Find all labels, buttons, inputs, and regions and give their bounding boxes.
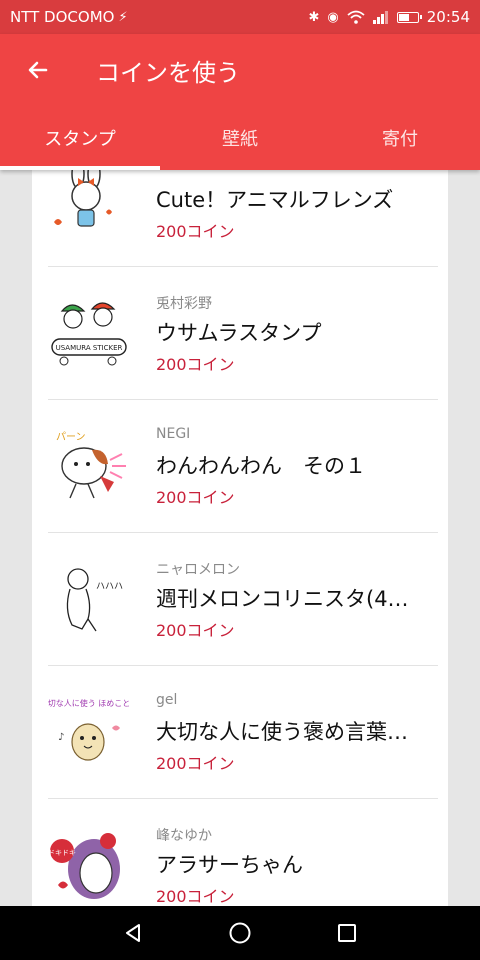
nav-back-button[interactable] <box>113 913 153 953</box>
skateboard-sticker-image: USAMURA STICKER <box>51 301 127 365</box>
system-nav-bar <box>0 906 480 960</box>
sticker-thumbnail: ハハハ <box>48 559 130 641</box>
status-time: 20:54 <box>426 8 470 26</box>
back-button[interactable] <box>0 34 76 106</box>
item-name: アラサーちゃん <box>156 852 303 877</box>
sticker-thumb-text: ドキドキ <box>48 849 76 857</box>
item-author <box>156 170 448 180</box>
item-price: 200コイン <box>156 753 235 773</box>
nav-recents-button[interactable] <box>327 913 367 953</box>
status-icons: ✱ ◉ 20:54 <box>309 8 470 26</box>
list-item[interactable]: ドキドキ 峰なゆか アラサーちゃん 200コイン <box>32 799 448 906</box>
usb-icon: ⚡ <box>118 9 128 25</box>
list-item[interactable]: USAMURA STICKER 兎村彩野 ウサムラスタンプ 200コイン <box>32 267 448 400</box>
sticker-thumb-text: USAMURA STICKER <box>56 344 123 352</box>
sticker-list: Cute！アニマルフレンズ 200コイン USAMURA STICKER 兎村彩… <box>32 170 448 906</box>
battery-icon <box>396 11 422 23</box>
bunny-sticker-image <box>54 170 112 227</box>
nav-home-button[interactable] <box>220 913 260 953</box>
bluetooth-icon: ✱ <box>308 9 320 25</box>
sticker-thumbnail: ドキドキ <box>48 825 130 907</box>
tab-donation[interactable]: 寄付 <box>320 106 480 170</box>
item-author: 峰なゆか <box>156 827 212 844</box>
app-bar: コインを使う スタンプ 壁紙 寄付 <box>0 34 480 170</box>
sticker-thumbnail <box>48 170 130 242</box>
arrow-left-icon <box>28 61 48 79</box>
item-price: 200コイン <box>156 620 235 640</box>
triangle-back-icon <box>126 924 141 942</box>
item-price: 200コイン <box>156 221 235 241</box>
tab-bar: スタンプ 壁紙 寄付 <box>0 106 480 170</box>
sticker-thumb-text: パーン <box>56 431 86 443</box>
item-meta: 兎村彩野 ウサムラスタンプ 200コイン <box>156 293 448 375</box>
item-name: 大切な人に使う褒め言葉… <box>156 719 408 744</box>
square-recents-icon <box>337 924 356 942</box>
item-meta: Cute！アニマルフレンズ 200コイン <box>156 170 448 242</box>
list-item[interactable]: Cute！アニマルフレンズ 200コイン <box>32 170 448 267</box>
page-title: コインを使う <box>96 58 240 87</box>
item-author: 兎村彩野 <box>156 295 212 312</box>
carrier-group: NTT DOCOMO ⚡ <box>10 8 128 26</box>
carrier-name: NTT DOCOMO <box>10 8 115 26</box>
list-item[interactable]: ハハハ ニャロメロン 週刊メロンコリニスタ(4… 200コイン <box>32 533 448 666</box>
item-meta: 峰なゆか アラサーちゃん 200コイン <box>156 825 448 907</box>
item-name: ウサムラスタンプ <box>156 320 322 345</box>
item-meta: NEGI わんわんわん その１ 200コイン <box>156 426 448 508</box>
dog-sticker-image: パーン <box>56 431 126 498</box>
list-item[interactable]: 大切な人に使う ほめことば ♪ gel 大切な人に使う褒め言葉… 200コイン <box>32 666 448 799</box>
tab-stamp[interactable]: スタンプ <box>0 106 160 170</box>
eye-icon: ◉ <box>327 9 339 25</box>
svg-text:♪: ♪ <box>58 732 64 743</box>
wifi-icon <box>347 10 365 24</box>
item-name: 週刊メロンコリニスタ(4… <box>156 586 409 611</box>
list-item[interactable]: パーン NEGI わんわんわん その１ 200コイン <box>32 400 448 533</box>
item-name: Cute！アニマルフレンズ <box>156 187 394 212</box>
sticker-thumb-text: 大切な人に使う ほめことば <box>48 698 130 708</box>
item-author: NEGI <box>156 425 191 442</box>
item-author: gel <box>156 691 178 708</box>
item-name: わんわんわん その１ <box>156 453 366 478</box>
item-meta: gel 大切な人に使う褒め言葉… 200コイン <box>156 692 448 774</box>
tab-wallpaper[interactable]: 壁紙 <box>160 106 320 170</box>
item-meta: ニャロメロン 週刊メロンコリニスタ(4… 200コイン <box>156 559 448 641</box>
signal-icon <box>372 11 388 24</box>
girl-sticker-image: ドキドキ <box>48 832 120 899</box>
sticker-thumbnail: 大切な人に使う ほめことば ♪ <box>48 692 130 774</box>
item-price: 200コイン <box>156 487 235 507</box>
sticker-thumb-text: ハハハ <box>96 582 123 592</box>
circle-home-icon <box>229 922 251 944</box>
status-bar: NTT DOCOMO ⚡ ✱ ◉ 20:54 <box>0 0 480 34</box>
item-price: 200コイン <box>156 886 235 906</box>
sticker-thumbnail: パーン <box>48 426 130 508</box>
compliment-sticker-image: 大切な人に使う ほめことば ♪ <box>48 698 130 761</box>
item-author: ニャロメロン <box>156 561 240 578</box>
toolbar: コインを使う <box>0 34 480 106</box>
bear-sticker-image: ハハハ <box>66 567 123 631</box>
item-price: 200コイン <box>156 354 235 374</box>
sticker-thumbnail: USAMURA STICKER <box>48 293 130 375</box>
